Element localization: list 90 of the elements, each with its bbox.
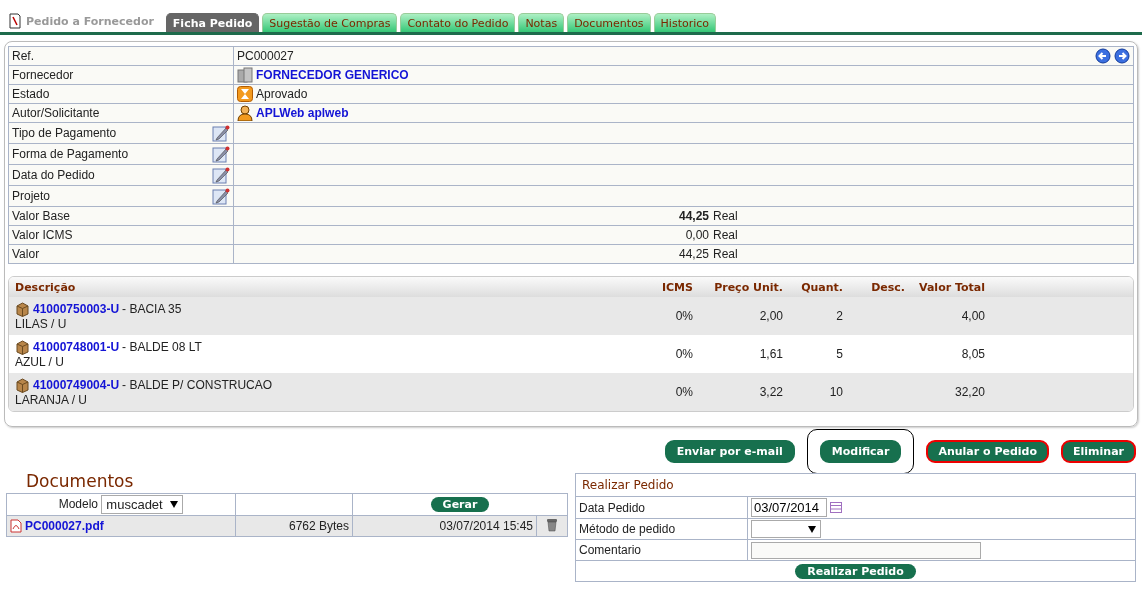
field-label: Valor ICMS: [12, 228, 73, 242]
field-label: Valor Base: [12, 209, 70, 223]
column-header: ICMS: [660, 280, 693, 294]
panel-title: Realizar Pedido: [582, 478, 674, 492]
product-name: - BALDE P/ CONSTRUCAO: [122, 378, 273, 392]
product-variant: LILAS / U: [15, 316, 68, 331]
field-label: Comentario: [579, 543, 642, 557]
field-label: Data Pedido: [579, 500, 646, 515]
field-label: Data do Pedido: [12, 168, 95, 182]
building-icon: [237, 67, 253, 83]
table-cell-text: 2: [835, 309, 843, 323]
method-select[interactable]: [751, 520, 821, 538]
column-header: Descrição: [15, 280, 77, 294]
amount-value: 44,25: [677, 209, 710, 223]
table-cell-text: 4,00: [960, 309, 985, 323]
column-header: Valor Total: [918, 280, 985, 294]
status-text: Aprovado: [256, 87, 308, 101]
product-link[interactable]: 41000748001-U: [33, 340, 120, 354]
field-label: Forma de Pagamento: [12, 147, 129, 161]
table-cell-text: 32,20: [953, 385, 985, 399]
product-name: - BACIA 35: [122, 302, 182, 316]
product-variant: AZUL / U: [15, 354, 65, 369]
column-header: Desc.: [870, 280, 905, 294]
package-icon: [15, 301, 30, 317]
currency-text: Real: [713, 228, 738, 242]
table-cell-text: 10: [828, 385, 843, 399]
tab[interactable]: Sugestão de Compras: [262, 13, 398, 32]
action-button[interactable]: Enviar por e-mail: [664, 439, 795, 463]
field-label: Tipo de Pagamento: [12, 126, 117, 140]
amount-value: 0,00: [684, 228, 710, 242]
table-cell-text: 0%: [674, 309, 693, 323]
column-header: Quant.: [800, 280, 843, 294]
table-cell-text: 3,22: [758, 385, 783, 399]
field-label: Valor: [12, 247, 40, 261]
caret-icon: [170, 501, 179, 508]
tab[interactable]: Historico: [653, 13, 717, 32]
model-select[interactable]: muscadet: [101, 495, 184, 514]
generate-button[interactable]: Gerar: [430, 497, 490, 512]
calendar-icon[interactable]: [830, 502, 842, 513]
table-cell-text: 8,05: [960, 347, 985, 361]
trash-icon[interactable]: [546, 517, 558, 532]
table-cell-text: 5: [835, 347, 843, 361]
field-value: PC000027: [237, 49, 294, 63]
caret-icon: [808, 525, 816, 533]
next-icon[interactable]: [1114, 48, 1130, 64]
field-label: Estado: [12, 87, 50, 101]
package-icon: [15, 377, 30, 393]
action-button[interactable]: Modificar: [819, 439, 902, 463]
file-date: 03/07/2014 15:45: [439, 519, 533, 533]
field-label: Ref.: [12, 49, 34, 63]
tab[interactable]: Documentos: [567, 13, 651, 32]
table-cell-text: 0%: [674, 385, 693, 399]
date-field[interactable]: 03/07/2014: [751, 498, 827, 517]
supplier-link[interactable]: FORNECEDOR GENERICO: [256, 68, 409, 82]
amount-value: 44,25: [677, 247, 710, 261]
table-cell-text: 2,00: [758, 309, 783, 323]
action-button[interactable]: Anular o Pedido: [926, 439, 1050, 463]
currency-text: Real: [713, 209, 738, 223]
file-size: 6762 Bytes: [288, 519, 349, 533]
section-title: Documentos: [26, 471, 135, 491]
edit-icon[interactable]: [212, 124, 230, 142]
product-variant: LARANJA / U: [15, 392, 89, 407]
currency-text: Real: [713, 247, 738, 261]
tab[interactable]: Contato do Pedido: [400, 13, 516, 32]
tab[interactable]: Notas: [518, 13, 565, 32]
field-label: Método de pedido: [579, 522, 676, 536]
product-link[interactable]: 41000750003-U: [33, 302, 120, 316]
place-order-button[interactable]: Realizar Pedido: [795, 563, 916, 579]
edit-icon[interactable]: [212, 166, 230, 184]
field-label: Projeto: [12, 189, 51, 203]
user-link[interactable]: APLWeb aplweb: [256, 106, 349, 120]
field-label: Autor/Solicitante: [12, 106, 100, 120]
action-button[interactable]: Eliminar: [1061, 439, 1136, 463]
previous-icon[interactable]: [1095, 48, 1111, 64]
document-icon: [8, 13, 22, 29]
user-icon: [237, 105, 253, 121]
table-cell-text: 0%: [674, 347, 693, 361]
edit-icon[interactable]: [212, 187, 230, 205]
page-title: Pedido a Fornecedor: [26, 14, 154, 28]
column-header: Preço Unit.: [713, 280, 783, 294]
tab[interactable]: Ficha Pedido: [165, 13, 260, 32]
package-icon: [15, 339, 30, 355]
comment-field[interactable]: [751, 541, 981, 559]
field-label: Fornecedor: [12, 68, 74, 82]
product-link[interactable]: 41000749004-U: [33, 378, 120, 392]
pdf-icon: [10, 519, 22, 533]
field-label: Modelo: [58, 496, 98, 511]
product-name: - BALDE 08 LT: [122, 340, 202, 354]
table-cell-text: 1,61: [758, 347, 783, 361]
edit-icon[interactable]: [212, 145, 230, 163]
